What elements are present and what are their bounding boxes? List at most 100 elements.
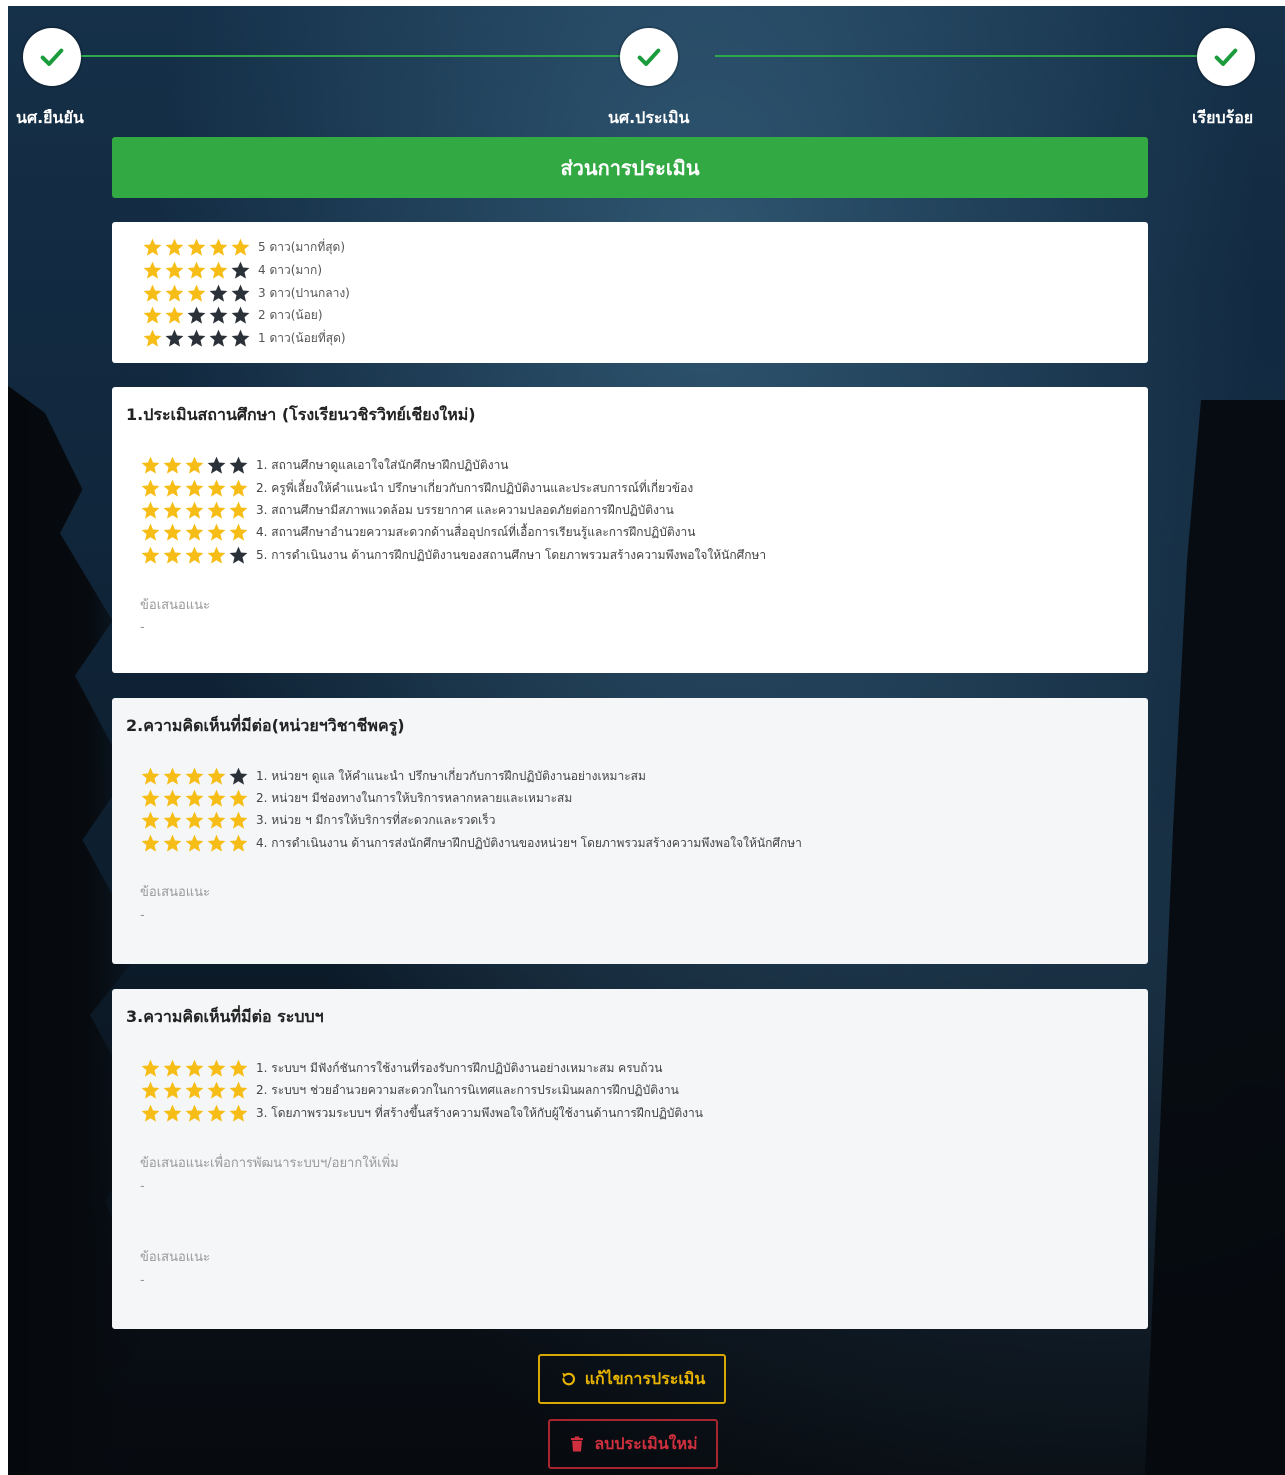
star-rating: [142, 237, 252, 258]
question-text: 1. สถานศึกษาดูแลเอาใจใส่นักศึกษาฝึกปฏิบั…: [256, 457, 509, 472]
question-row: 5. การดำเนินงาน ด้านการฝึกปฏิบัติงานของส…: [140, 544, 766, 566]
star-filled-icon: [207, 546, 226, 564]
star-filled-icon: [185, 789, 204, 807]
star-rating[interactable]: [140, 455, 250, 476]
star-rating: [142, 328, 252, 349]
question-row: 4. การดำเนินงาน ด้านการส่งนักศึกษาฝึกปฏิ…: [140, 832, 802, 854]
legend-label: 3 ดาว(ปานกลาง): [258, 285, 350, 300]
star-filled-icon: [163, 501, 182, 519]
star-filled-icon: [209, 261, 228, 279]
star-rating[interactable]: [140, 1080, 250, 1101]
star-rating[interactable]: [140, 1103, 250, 1124]
legend-label: 1 ดาว(น้อยที่สุด): [258, 330, 346, 345]
star-rating[interactable]: [140, 766, 250, 787]
star-filled-icon: [185, 1059, 204, 1077]
star-filled-icon: [229, 834, 248, 852]
question-text: 2. ระบบฯ ช่วยอำนวยความสะดวกในการนิเทศและ…: [256, 1082, 679, 1097]
question-row: 4. สถานศึกษาอำนวยความสะดวกด้านสื่ออุปกรณ…: [140, 521, 695, 543]
star-filled-icon: [229, 1104, 248, 1122]
edit-evaluation-button[interactable]: แก้ไขการประเมิน: [538, 1354, 726, 1404]
star-filled-icon: [229, 523, 248, 541]
star-filled-icon: [141, 501, 160, 519]
section-title: 1.ประเมินสถานศึกษา (โรงเรียนวชิรวิทย์เชี…: [126, 405, 476, 424]
star-filled-icon: [207, 479, 226, 497]
suggestion-value: -: [140, 620, 145, 635]
star-rating[interactable]: [140, 1058, 250, 1079]
star-filled-icon: [229, 1059, 248, 1077]
star-rating[interactable]: [140, 788, 250, 809]
star-filled-icon: [141, 546, 160, 564]
star-filled-icon: [207, 1104, 226, 1122]
star-filled-icon: [229, 811, 248, 829]
star-filled-icon: [141, 811, 160, 829]
star-filled-icon: [141, 789, 160, 807]
star-rating[interactable]: [140, 810, 250, 831]
star-rating[interactable]: [140, 833, 250, 854]
star-filled-icon: [141, 1081, 160, 1099]
star-empty-icon: [231, 329, 250, 347]
star-filled-icon: [143, 238, 162, 256]
legend-label: 4 ดาว(มาก): [258, 262, 322, 277]
star-filled-icon: [185, 523, 204, 541]
star-filled-icon: [231, 238, 250, 256]
star-rating: [142, 283, 252, 304]
suggestion-label: ข้อเสนอแนะ: [140, 885, 211, 900]
suggestion-value: -: [140, 908, 145, 923]
star-filled-icon: [163, 767, 182, 785]
star-filled-icon: [163, 1104, 182, 1122]
undo-icon: [562, 1372, 575, 1386]
edit-evaluation-label: แก้ไขการประเมิน: [584, 1368, 706, 1388]
delete-evaluation-button[interactable]: ลบประเมินใหม่: [548, 1419, 718, 1469]
step-1-circle: [23, 28, 81, 86]
question-text: 2. ครูพี่เลี้ยงให้คำแนะนำ ปรึกษาเกี่ยวกั…: [256, 480, 694, 495]
section-title: 2.ความคิดเห็นที่มีต่อ(หน่วยฯวิชาชีพครู): [126, 716, 405, 735]
star-filled-icon: [187, 284, 206, 302]
star-filled-icon: [141, 767, 160, 785]
star-filled-icon: [163, 811, 182, 829]
star-filled-icon: [163, 1059, 182, 1077]
star-filled-icon: [207, 523, 226, 541]
question-text: 3. โดยภาพรวมระบบฯ ที่สร้างขึ้นสร้างความพ…: [256, 1105, 703, 1120]
question-text: 4. การดำเนินงาน ด้านการส่งนักศึกษาฝึกปฏิ…: [256, 835, 802, 850]
star-empty-icon: [209, 306, 228, 324]
star-filled-icon: [187, 261, 206, 279]
check-icon: [40, 48, 64, 66]
step-2-circle: [620, 28, 678, 86]
suggestion-label: ข้อเสนอแนะ: [140, 598, 211, 613]
star-filled-icon: [185, 811, 204, 829]
star-filled-icon: [185, 456, 204, 474]
star-filled-icon: [229, 1081, 248, 1099]
question-text: 5. การดำเนินงาน ด้านการฝึกปฏิบัติงานของส…: [256, 547, 767, 562]
question-text: 1. ระบบฯ มีฟังก์ชันการใช้งานที่รองรับการ…: [256, 1060, 663, 1075]
star-filled-icon: [165, 306, 184, 324]
question-row: 3. สถานศึกษามีสภาพแวดล้อม บรรยากาศ และคว…: [140, 499, 674, 521]
star-filled-icon: [141, 523, 160, 541]
star-filled-icon: [163, 834, 182, 852]
star-filled-icon: [163, 523, 182, 541]
question-text: 3. หน่วย ฯ มีการให้บริการที่สะดวกและรวดเ…: [256, 812, 496, 827]
section-school-evaluation: 1.ประเมินสถานศึกษา (โรงเรียนวชิรวิทย์เชี…: [112, 387, 1148, 673]
section-title: 3.ความคิดเห็นที่มีต่อ ระบบฯ: [126, 1007, 324, 1026]
star-rating[interactable]: [140, 545, 250, 566]
star-filled-icon: [141, 1104, 160, 1122]
star-filled-icon: [185, 834, 204, 852]
star-filled-icon: [185, 546, 204, 564]
star-rating: [142, 305, 252, 326]
star-filled-icon: [207, 767, 226, 785]
star-empty-icon: [231, 306, 250, 324]
star-filled-icon: [141, 1059, 160, 1077]
suggestion-value: -: [140, 1273, 145, 1288]
star-filled-icon: [187, 238, 206, 256]
star-filled-icon: [185, 501, 204, 519]
star-filled-icon: [163, 456, 182, 474]
star-rating[interactable]: [140, 478, 250, 499]
star-rating[interactable]: [140, 522, 250, 543]
star-filled-icon: [207, 834, 226, 852]
check-icon: [637, 48, 661, 66]
star-rating[interactable]: [140, 500, 250, 521]
star-filled-icon: [207, 1081, 226, 1099]
progress-stepper: นศ.ยืนยัน นศ.ประเมิน เรียบร้อย: [0, 0, 1285, 130]
question-text: 2. หน่วยฯ มีช่องทางในการให้บริการหลากหลา…: [256, 790, 573, 805]
star-filled-icon: [185, 1081, 204, 1099]
star-filled-icon: [143, 306, 162, 324]
